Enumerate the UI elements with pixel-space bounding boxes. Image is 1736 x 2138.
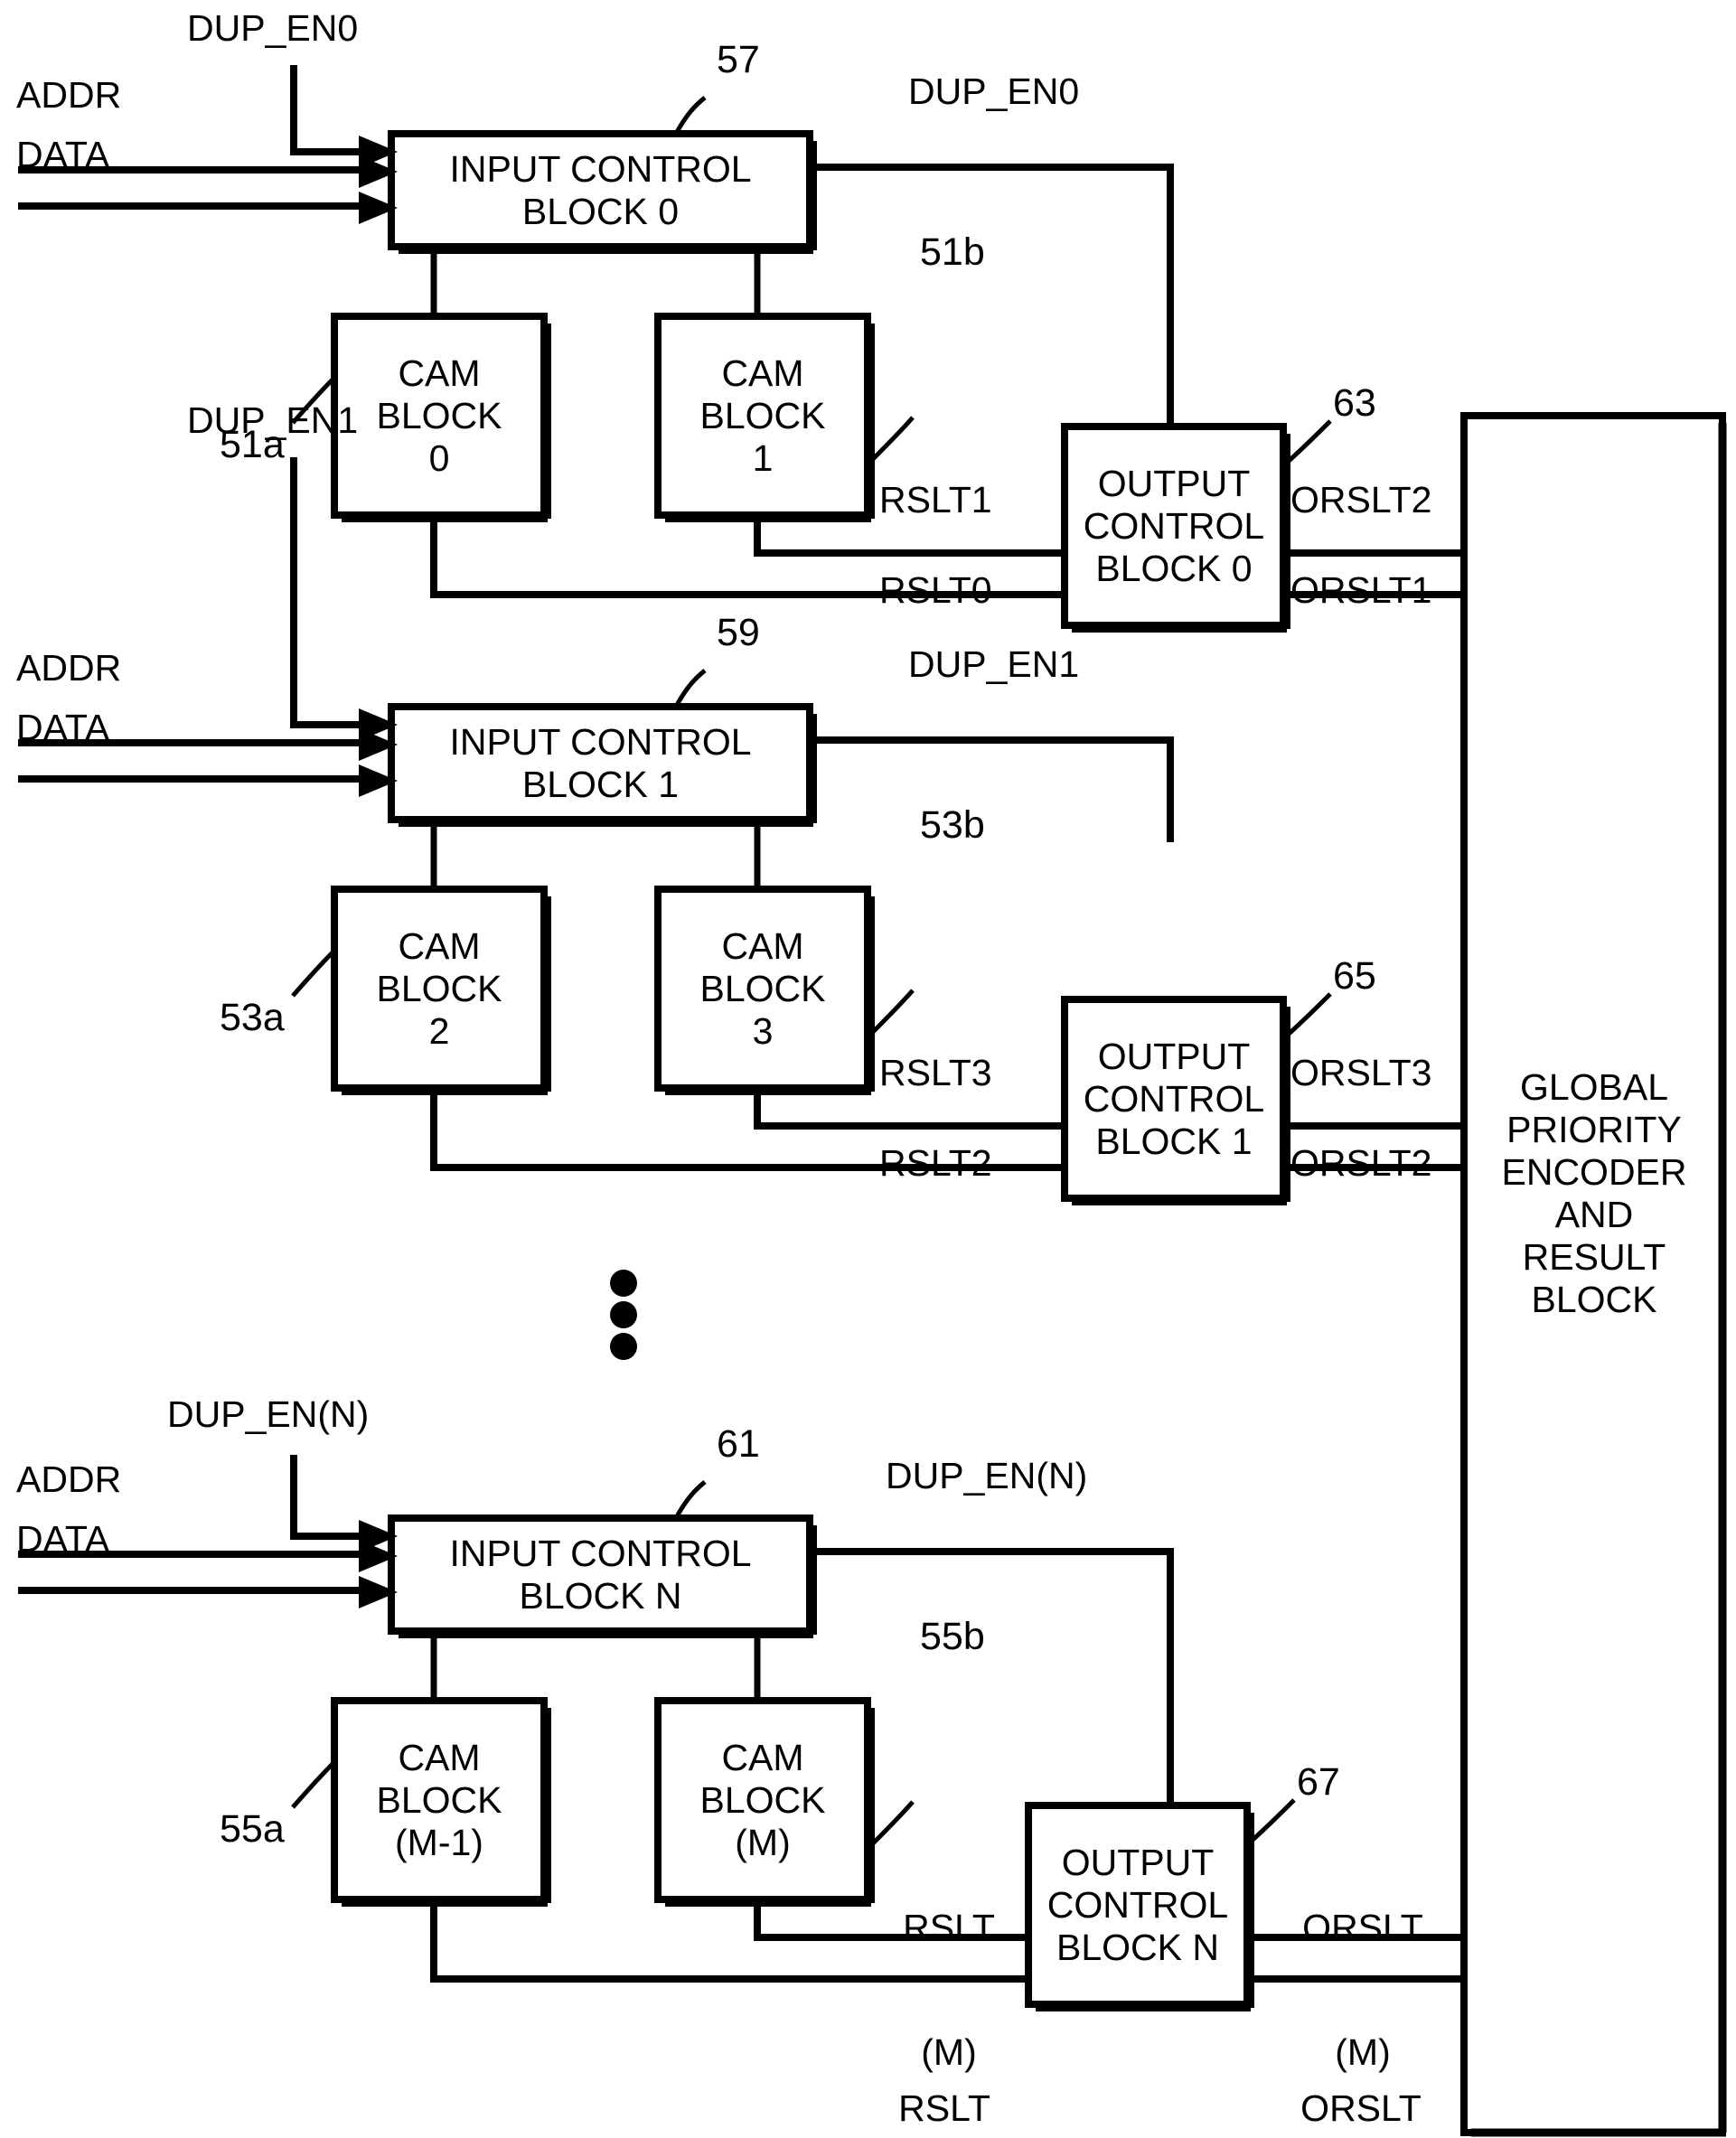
cam-block-3[interactable]: CAM BLOCK 3 <box>658 889 868 1088</box>
addr-label-group-n: ADDR <box>16 1458 122 1500</box>
cam-block-m-minus-1-line2: BLOCK <box>376 1778 502 1821</box>
signal-label-rslt-m-minus-1: RSLT (M-1) <box>854 2004 1035 2138</box>
cam-block-2[interactable]: CAM BLOCK 2 <box>334 889 544 1088</box>
ref-number-55b: 55b <box>920 1615 985 1658</box>
addr-label-group-0: ADDR <box>16 74 122 116</box>
cam-block-1-line1: CAM <box>721 352 804 394</box>
cam-block-3-line3: 3 <box>752 1009 774 1052</box>
cam-block-1[interactable]: CAM BLOCK 1 <box>658 316 868 515</box>
signal-label-rslt3: RSLT3 <box>879 1052 992 1093</box>
output-control-block-1[interactable]: OUTPUT CONTROL BLOCK 1 <box>1065 999 1283 1198</box>
output-control-block-0-line3: BLOCK 0 <box>1095 547 1253 589</box>
data-label-group-n: DATA <box>16 1518 110 1560</box>
input-control-block-n[interactable]: INPUT CONTROL BLOCK N <box>391 1518 810 1631</box>
output-control-block-n[interactable]: OUTPUT CONTROL BLOCK N <box>1028 1805 1247 2004</box>
cam-block-2-line3: 2 <box>428 1009 450 1052</box>
input-control-block-0-line2: BLOCK 0 <box>521 190 680 232</box>
cam-block-m-minus-1[interactable]: CAM BLOCK (M-1) <box>334 1701 544 1899</box>
output-control-block-0[interactable]: OUTPUT CONTROL BLOCK 0 <box>1065 427 1283 625</box>
global-block-line1: GLOBAL <box>1519 1066 1669 1108</box>
global-priority-encoder-and-result-block[interactable]: GLOBAL PRIORITY ENCODER AND RESULT BLOCK <box>1466 1066 1722 1321</box>
output-control-block-n-line3: BLOCK N <box>1056 1926 1219 1968</box>
cam-block-0-line2: BLOCK <box>376 394 502 436</box>
output-control-block-n-line2: CONTROL <box>1046 1883 1229 1926</box>
ref-number-55a: 55a <box>220 1807 285 1851</box>
cam-block-0-line3: 0 <box>428 436 450 479</box>
patent-figure-canvas: DUP_EN0 ADDR DATA 57 INPUT CONTROL BLOCK… <box>0 0 1736 2138</box>
cam-block-m[interactable]: CAM BLOCK (M) <box>658 1701 868 1899</box>
cam-block-3-line2: BLOCK <box>699 967 826 1009</box>
global-block-line3: ENCODER <box>1501 1151 1687 1193</box>
input-control-block-0-line1: INPUT CONTROL <box>449 147 752 190</box>
input-control-block-n-line1: INPUT CONTROL <box>449 1532 752 1574</box>
input-control-block-1[interactable]: INPUT CONTROL BLOCK 1 <box>391 707 810 820</box>
global-block-line4: AND <box>1554 1194 1634 1235</box>
signal-label-orslt-m-line1: ORSLT <box>1302 1907 1423 1948</box>
cam-block-1-line3: 1 <box>752 436 774 479</box>
input-control-block-n-line2: BLOCK N <box>519 1574 682 1617</box>
input-control-block-0[interactable]: INPUT CONTROL BLOCK 0 <box>391 134 810 247</box>
cam-block-m-line3: (M) <box>735 1821 791 1863</box>
dup-en-output-label-group-1: DUP_EN1 <box>908 643 1080 685</box>
addr-label-group-1: ADDR <box>16 647 122 689</box>
cam-block-0-line1: CAM <box>398 352 481 394</box>
data-label-group-0: DATA <box>16 134 110 175</box>
signal-label-rslt0: RSLT0 <box>879 569 992 611</box>
cam-block-0[interactable]: CAM BLOCK 0 <box>334 316 544 515</box>
global-block-line6: BLOCK <box>1531 1279 1657 1320</box>
cam-block-m-line1: CAM <box>721 1736 804 1778</box>
data-label-group-1: DATA <box>16 707 110 748</box>
output-control-block-1-line2: CONTROL <box>1083 1077 1265 1120</box>
cam-block-2-line2: BLOCK <box>376 967 502 1009</box>
dup-en-input-label-group-1: DUP_EN1 <box>187 399 359 441</box>
ref-number-59: 59 <box>717 611 760 654</box>
signal-label-orslt-m-minus-1-line1: ORSLT <box>1300 2087 1422 2129</box>
ref-number-67: 67 <box>1297 1760 1340 1804</box>
ref-number-53b: 53b <box>920 803 985 847</box>
ref-number-65: 65 <box>1333 954 1376 998</box>
cam-block-2-line1: CAM <box>398 924 481 967</box>
dup-en-output-label-group-n: DUP_EN(N) <box>886 1455 1088 1496</box>
signal-label-rslt-m-line1: RSLT <box>903 1907 995 1948</box>
ref-number-51b: 51b <box>920 230 985 274</box>
output-control-block-n-line1: OUTPUT <box>1061 1841 1215 1883</box>
global-block-line5: RESULT <box>1522 1236 1666 1278</box>
cam-block-m-minus-1-line1: CAM <box>398 1736 481 1778</box>
signal-label-rslt-m-minus-1-line1: RSLT <box>898 2087 990 2129</box>
dup-en-input-label-group-n: DUP_EN(N) <box>167 1393 370 1435</box>
cam-block-m-minus-1-line3: (M-1) <box>395 1821 483 1863</box>
signal-label-orslt2-group-0: ORSLT2 <box>1290 479 1432 520</box>
ref-number-57: 57 <box>717 38 760 81</box>
dup-en-output-label-group-0: DUP_EN0 <box>908 70 1080 112</box>
signal-label-orslt-m-minus-1: ORSLT (M-1) <box>1261 2004 1461 2138</box>
dup-en-input-label-group-0: DUP_EN0 <box>187 7 359 49</box>
signal-label-orslt1-group-0: ORSLT1 <box>1290 569 1432 611</box>
ref-number-63: 63 <box>1333 381 1376 425</box>
cam-block-1-line2: BLOCK <box>699 394 826 436</box>
output-control-block-1-line3: BLOCK 1 <box>1095 1120 1253 1162</box>
input-control-block-1-line1: INPUT CONTROL <box>449 720 752 763</box>
signal-label-orslt3-group-1: ORSLT3 <box>1290 1052 1432 1093</box>
signal-label-orslt2-group-1: ORSLT2 <box>1290 1142 1432 1184</box>
cam-block-3-line1: CAM <box>721 924 804 967</box>
ref-number-53a: 53a <box>220 996 285 1039</box>
output-control-block-0-line2: CONTROL <box>1083 504 1265 547</box>
signal-label-rslt2: RSLT2 <box>879 1142 992 1184</box>
output-control-block-0-line1: OUTPUT <box>1097 462 1251 504</box>
ref-number-61: 61 <box>717 1422 760 1466</box>
input-control-block-1-line2: BLOCK 1 <box>521 763 680 805</box>
cam-block-m-line2: BLOCK <box>699 1778 826 1821</box>
signal-label-rslt1: RSLT1 <box>879 479 992 520</box>
global-block-line2: PRIORITY <box>1506 1109 1682 1150</box>
output-control-block-1-line1: OUTPUT <box>1097 1035 1251 1077</box>
